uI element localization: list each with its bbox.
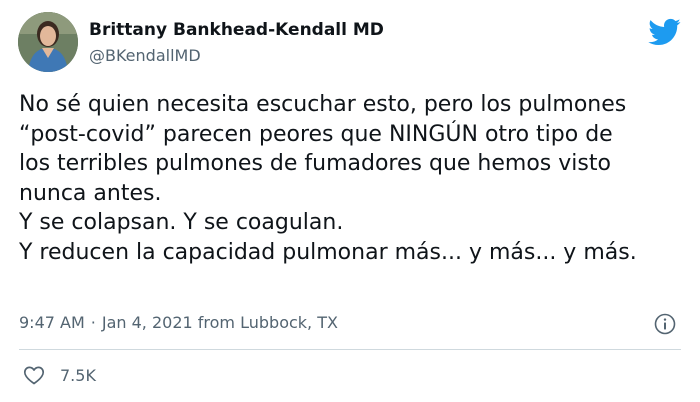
tweet-line: Y se colapsan. Y se coagulan. <box>19 210 344 236</box>
tweet-text: No sé quien necesita escuchar esto, pero… <box>19 90 689 268</box>
meta-separator: · <box>90 313 96 332</box>
avatar[interactable] <box>18 12 78 72</box>
like-count: 7.5K <box>60 365 96 385</box>
tweet-line: “post-covid” parecen peores que NINGÚN o… <box>19 121 613 147</box>
tweet-line: Y reducen la capacidad pulmonar más... y… <box>19 239 637 265</box>
avatar-photo <box>18 12 78 72</box>
divider <box>19 349 681 350</box>
tweet-line: nunca antes. <box>19 180 162 206</box>
heart-icon[interactable] <box>22 363 46 387</box>
tweet-location[interactable]: from Lubbock, TX <box>198 313 338 332</box>
tweet-card: Brittany Bankhead-Kendall MD @BKendallMD… <box>0 0 700 402</box>
tweet-time[interactable]: 9:47 AM <box>19 313 85 332</box>
tweet-meta: 9:47 AM · Jan 4, 2021 from Lubbock, TX <box>19 313 338 332</box>
author-name[interactable]: Brittany Bankhead-Kendall MD <box>89 20 384 40</box>
like-action[interactable]: 7.5K <box>22 362 96 388</box>
twitter-bird-icon[interactable] <box>647 15 681 49</box>
tweet-line: los terribles pulmones de fumadores que … <box>19 151 611 177</box>
author-handle[interactable]: @BKendallMD <box>89 46 201 65</box>
tweet-date[interactable]: Jan 4, 2021 <box>102 313 193 332</box>
tweet-line: No sé quien necesita escuchar esto, pero… <box>19 92 627 117</box>
info-icon[interactable] <box>653 312 677 336</box>
